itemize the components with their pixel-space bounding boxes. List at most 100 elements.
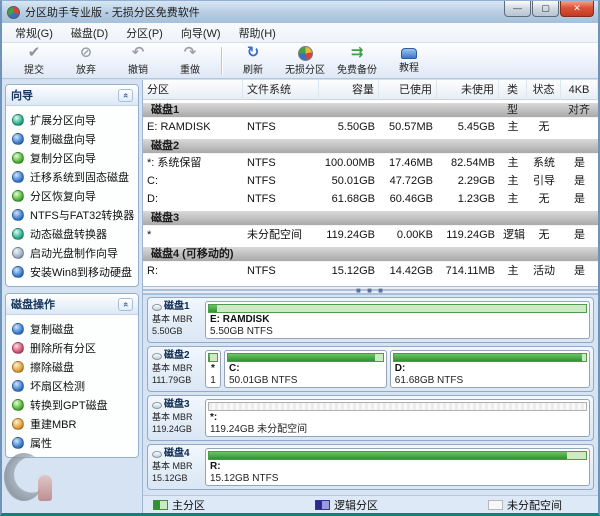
cell: 100.00MB (319, 154, 379, 172)
cell: 60.46GB (379, 190, 437, 208)
watermark-figure (38, 475, 52, 501)
cell: 主 (499, 154, 527, 172)
toolbar-button-免费备份[interactable]: 免费备份 (331, 44, 383, 77)
table-row[interactable]: R:NTFS15.12GB14.42GB714.11MB主活动是 (143, 262, 598, 280)
cell: * (143, 226, 243, 244)
toolbar-button-撤销[interactable]: 撤销 (112, 44, 164, 77)
cell: 活动 (527, 262, 561, 280)
column-header-3[interactable]: 已使用 (379, 80, 437, 100)
orb-blue-icon (12, 437, 24, 449)
disk-panel-3: 磁盘3基本 MBR119.24GB*:119.24GB 未分配空间 (147, 395, 594, 441)
maximize-button[interactable]: ▢ (532, 1, 559, 17)
toolbar-button-放弃[interactable]: 放弃 (60, 44, 112, 77)
cell: 14.42GB (379, 262, 437, 280)
wizard-item-label: 安装Win8到移动硬盘 (30, 264, 132, 280)
disk-ops-item-5[interactable]: 重建MBR (12, 414, 136, 433)
cell: 引导 (527, 172, 561, 190)
wizard-item-label: NTFS与FAT32转换器 (30, 207, 134, 223)
table-row[interactable]: E: RAMDISKNTFS5.50GB50.57MB5.45GB主无 (143, 118, 598, 136)
disk-ops-collapse-button[interactable]: » (118, 298, 133, 311)
close-button[interactable]: ✕ (560, 1, 594, 17)
menu-item-4[interactable]: 帮助(H) (230, 23, 285, 43)
wizard-panel-header[interactable]: 向导 » (6, 85, 138, 106)
disk-ops-item-0[interactable]: 复制磁盘 (12, 319, 136, 338)
wizard-item-7[interactable]: 启动光盘制作向导 (12, 243, 136, 262)
disk-ops-item-6[interactable]: 属性 (12, 433, 136, 452)
usage-bar (208, 353, 218, 362)
disk-ops-item-1[interactable]: 删除所有分区 (12, 338, 136, 357)
cell: 无 (527, 190, 561, 208)
column-header-7[interactable]: 4KB对齐 (561, 80, 598, 100)
partition-block[interactable]: *1 (205, 350, 221, 388)
disk-ops-panel-header[interactable]: 磁盘操作 » (6, 294, 138, 315)
toolbar-button-教程[interactable]: 教程 (383, 44, 435, 77)
toolbar-button-label: 免费备份 (337, 61, 377, 76)
menu-item-0[interactable]: 常规(G) (6, 23, 62, 43)
disk-group-header-1: 磁盘2 (143, 139, 598, 154)
orb-blue-icon (12, 380, 24, 392)
cell: 是 (561, 262, 598, 280)
disk-name-label: 磁盘3 (164, 399, 190, 411)
column-header-4[interactable]: 未使用 (437, 80, 499, 100)
disk-ops-item-3[interactable]: 坏扇区检测 (12, 376, 136, 395)
wizard-item-label: 动态磁盘转换器 (30, 226, 107, 242)
table-row[interactable]: *未分配空间119.24GB0.00KB119.24GB逻辑无是 (143, 226, 598, 244)
partition-block[interactable]: D:61.68GB NTFS (390, 350, 590, 388)
partition-table: 分区文件系统容量已使用未使用类型状态4KB对齐 磁盘1E: RAMDISKNTF… (143, 80, 598, 287)
disk-size-label: 111.79GB (152, 374, 205, 386)
disk-bus-label: 基本 MBR (152, 411, 205, 423)
partition-block[interactable]: C:50.01GB NTFS (224, 350, 387, 388)
cell: NTFS (243, 118, 319, 136)
disk-size-label: 5.50GB (152, 325, 205, 337)
disk-icon (152, 304, 162, 311)
disk-ops-item-4[interactable]: 转换到GPT磁盘 (12, 395, 136, 414)
cell: 主 (499, 262, 527, 280)
legend-label: 主分区 (172, 497, 205, 513)
cell: 主 (499, 118, 527, 136)
column-header-5[interactable]: 类型 (499, 80, 527, 100)
menu-item-2[interactable]: 分区(P) (117, 23, 172, 43)
orb-teal-icon (12, 228, 24, 240)
orb-blue-icon (12, 209, 24, 221)
column-header-0[interactable]: 分区 (143, 80, 243, 100)
wizard-collapse-button[interactable]: » (118, 89, 133, 102)
partition-block[interactable]: R:15.12GB NTFS (205, 448, 590, 486)
splitter-handle[interactable]: ■ ■ ■ (143, 287, 598, 295)
toolbar-button-无损分区[interactable]: 无损分区 (279, 44, 331, 77)
toolbar-button-刷新[interactable]: 刷新 (227, 44, 279, 77)
cell: NTFS (243, 172, 319, 190)
column-header-1[interactable]: 文件系统 (243, 80, 319, 100)
partition-block[interactable]: E: RAMDISK5.50GB NTFS (205, 301, 590, 339)
title-bar[interactable]: 分区助手专业版 - 无损分区免费软件 — ▢ ✕ (2, 1, 598, 23)
menu-item-1[interactable]: 磁盘(D) (62, 23, 117, 43)
wizard-item-2[interactable]: 复制分区向导 (12, 148, 136, 167)
cell: 是 (561, 154, 598, 172)
toolbar-button-重做[interactable]: 重做 (164, 44, 216, 77)
wizard-item-1[interactable]: 复制磁盘向导 (12, 129, 136, 148)
menu-item-3[interactable]: 向导(W) (172, 23, 230, 43)
wizard-item-5[interactable]: NTFS与FAT32转换器 (12, 205, 136, 224)
cell: 82.54MB (437, 154, 499, 172)
table-header-row[interactable]: 分区文件系统容量已使用未使用类型状态4KB对齐 (143, 80, 598, 100)
disk-panel-info: 磁盘2基本 MBR111.79GB (148, 347, 205, 391)
table-row[interactable]: *: 系统保留NTFS100.00MB17.46MB82.54MB主系统是 (143, 154, 598, 172)
wizard-item-8[interactable]: 安装Win8到移动硬盘 (12, 262, 136, 281)
wizard-item-0[interactable]: 扩展分区向导 (12, 110, 136, 129)
column-header-6[interactable]: 状态 (527, 80, 561, 100)
wizard-item-4[interactable]: 分区恢复向导 (12, 186, 136, 205)
toolbar-button-提交[interactable]: 提交 (8, 44, 60, 77)
cell: 15.12GB (319, 262, 379, 280)
table-row[interactable]: D:NTFS61.68GB60.46GB1.23GB主无是 (143, 190, 598, 208)
disk-ops-item-2[interactable]: 擦除磁盘 (12, 357, 136, 376)
wizard-item-3[interactable]: 迁移系统到固态磁盘 (12, 167, 136, 186)
minimize-button[interactable]: — (504, 1, 531, 17)
cell: 5.50GB (319, 118, 379, 136)
table-row[interactable]: C:NTFS50.01GB47.72GB2.29GB主引导是 (143, 172, 598, 190)
disk-ops-item-label: 转换到GPT磁盘 (30, 397, 108, 413)
partition-strip: *1C:50.01GB NTFSD:61.68GB NTFS (205, 347, 593, 391)
toolbar: 提交放弃 撤销重做刷新无损分区免费备份教程 (2, 43, 598, 79)
toolbar-button-label: 放弃 (76, 61, 96, 76)
partition-block[interactable]: *:119.24GB 未分配空间 (205, 399, 590, 437)
column-header-2[interactable]: 容量 (319, 80, 379, 100)
wizard-item-6[interactable]: 动态磁盘转换器 (12, 224, 136, 243)
